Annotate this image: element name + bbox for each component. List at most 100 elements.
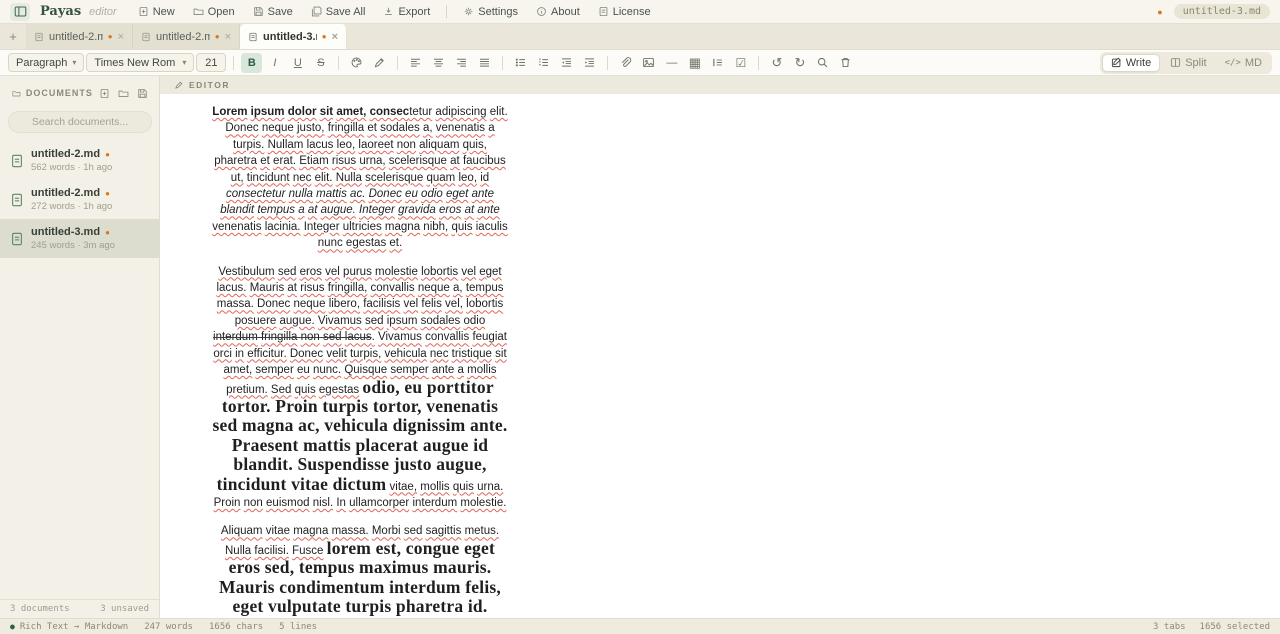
editor-paragraph[interactable]: Vestibulum sed eros vel purus molestie l…: [212, 264, 508, 512]
text-run-italic: consectetur nulla mattis ac. Donec eu od…: [220, 188, 500, 216]
insert-table-button[interactable]: ▦: [684, 53, 705, 73]
redo-button[interactable]: ↻: [789, 53, 810, 73]
block-format-select[interactable]: Paragraph ▾: [8, 53, 84, 72]
align-right-button[interactable]: [451, 53, 472, 73]
menu-save-all-button[interactable]: Save All: [304, 3, 373, 21]
toolbar-separator: [338, 56, 339, 70]
bullet-list-button[interactable]: [510, 53, 531, 73]
insert-image-button[interactable]: [638, 53, 659, 73]
write-pencil-icon: [1111, 57, 1122, 68]
menu-about-button[interactable]: About: [529, 3, 587, 21]
file-text-icon: [598, 6, 609, 17]
pencil-icon: [174, 80, 184, 90]
blockquote-button[interactable]: [707, 53, 728, 73]
font-size-input[interactable]: 21: [196, 53, 226, 72]
sidebar-save-button[interactable]: [135, 85, 149, 101]
tab-untitled-2-first[interactable]: untitled-2.md ● ×: [26, 24, 133, 49]
menu-license-label: License: [613, 6, 651, 18]
tab-untitled-2-second[interactable]: untitled-2.md ● ×: [133, 24, 240, 49]
underline-button[interactable]: U: [287, 53, 308, 73]
align-justify-button[interactable]: [474, 53, 495, 73]
tab-label: untitled-2.md: [49, 31, 103, 43]
highlight-pen-button[interactable]: [369, 53, 390, 73]
editor-scroll-area[interactable]: Lorem ipsum dolor sit amet, consectetur …: [160, 94, 1280, 618]
document-unsaved-dot: ●: [105, 228, 110, 237]
view-md-button[interactable]: </> MD: [1217, 55, 1270, 71]
unsaved-count: 3 unsaved: [100, 604, 149, 614]
editor-content[interactable]: Lorem ipsum dolor sit amet, consectetur …: [212, 104, 508, 618]
outdent-button[interactable]: [556, 53, 577, 73]
image-icon: [642, 56, 655, 69]
font-family-value: Times New Rom: [94, 57, 177, 69]
sidebar-title: DOCUMENTS: [26, 88, 93, 98]
toolbar-separator: [758, 56, 759, 70]
tab-label: untitled-2.md: [156, 31, 210, 43]
text-run-normal: venenatis lacinia. Integer ultricies mag…: [212, 221, 507, 249]
font-family-select[interactable]: Times New Rom ▾: [86, 53, 194, 72]
indent-button[interactable]: [579, 53, 600, 73]
undo-button[interactable]: ↺: [766, 53, 787, 73]
sidebar-toggle-button[interactable]: [10, 3, 30, 21]
insert-link-button[interactable]: [615, 53, 636, 73]
tab-close-icon[interactable]: ×: [118, 31, 124, 43]
text-color-button[interactable]: [346, 53, 367, 73]
search-button[interactable]: [812, 53, 833, 73]
code-icon: </>: [1225, 58, 1241, 68]
document-list-item-selected[interactable]: untitled-3.md● 245 words · 3m ago: [0, 219, 159, 258]
view-mode-switcher: Write Split </> MD: [1100, 52, 1272, 74]
bold-button[interactable]: B: [241, 53, 262, 73]
document-name: untitled-2.md: [31, 187, 100, 199]
floppy-icon: [137, 88, 148, 99]
menu-export-button[interactable]: Export: [376, 3, 437, 21]
tab-label: untitled-3.md: [263, 31, 317, 43]
task-checkbox-button[interactable]: ☑: [730, 53, 751, 73]
file-plus-icon: [99, 88, 110, 99]
editor-paragraph[interactable]: Lorem ipsum dolor sit amet, consectetur …: [212, 104, 508, 252]
numbered-list-button[interactable]: [533, 53, 554, 73]
document-list-item[interactable]: untitled-2.md● 272 words · 1h ago: [0, 180, 159, 219]
new-tab-button[interactable]: +: [0, 24, 26, 49]
numbered-list-icon: [537, 56, 550, 69]
document-icon: [10, 154, 24, 168]
italic-button[interactable]: I: [264, 53, 285, 73]
editor-paragraph[interactable]: Aliquam vitae magna massa. Morbi sed sag…: [212, 523, 508, 618]
tab-untitled-3-active[interactable]: untitled-3.md ● ×: [240, 24, 347, 49]
bullet-list-icon: [514, 56, 527, 69]
document-list: untitled-2.md● 562 words · 1h ago untitl…: [0, 141, 159, 599]
align-left-button[interactable]: [405, 53, 426, 73]
tab-close-icon[interactable]: ×: [332, 31, 338, 43]
mode-label: Rich Text → Markdown: [20, 622, 128, 632]
documents-count: 3 documents: [10, 604, 70, 614]
menu-license-button[interactable]: License: [591, 3, 658, 21]
delete-document-button[interactable]: [835, 53, 856, 73]
document-meta: 272 words · 1h ago: [31, 201, 112, 212]
strikethrough-button[interactable]: S: [310, 53, 331, 73]
tab-unsaved-dot: ●: [215, 32, 220, 41]
tab-unsaved-dot: ●: [108, 32, 113, 41]
toolbar-separator: [233, 56, 234, 70]
menu-new-button[interactable]: New: [131, 3, 182, 21]
gear-icon: [463, 6, 474, 17]
app-window: Payas editor New Open Save Save All Expo…: [0, 0, 1280, 634]
search-documents-input[interactable]: [8, 111, 152, 133]
view-write-button[interactable]: Write: [1102, 54, 1160, 72]
sidebar-footer: 3 documents 3 unsaved: [0, 599, 159, 618]
sidebar-open-button[interactable]: [117, 85, 131, 101]
document-list-item[interactable]: untitled-2.md● 562 words · 1h ago: [0, 141, 159, 180]
document-info: untitled-2.md● 562 words · 1h ago: [31, 148, 112, 173]
editor-panel-header: EDITOR: [160, 76, 1280, 94]
view-split-button[interactable]: Split: [1162, 55, 1214, 71]
document-name: untitled-2.md: [31, 148, 100, 160]
menu-settings-button[interactable]: Settings: [456, 3, 525, 21]
align-center-button[interactable]: [428, 53, 449, 73]
documents-sidebar: DOCUMENTS untitled-2.md● 562 words ·: [0, 76, 160, 618]
tab-count: 3 tabs: [1153, 622, 1186, 632]
tab-close-icon[interactable]: ×: [225, 31, 231, 43]
horizontal-rule-button[interactable]: —: [661, 53, 682, 73]
app-tagline: editor: [89, 6, 117, 18]
sidebar-new-document-button[interactable]: [98, 85, 112, 101]
info-icon: [536, 6, 547, 17]
menu-save-button[interactable]: Save: [246, 3, 300, 21]
tab-unsaved-dot: ●: [322, 32, 327, 41]
menu-open-button[interactable]: Open: [186, 3, 242, 21]
